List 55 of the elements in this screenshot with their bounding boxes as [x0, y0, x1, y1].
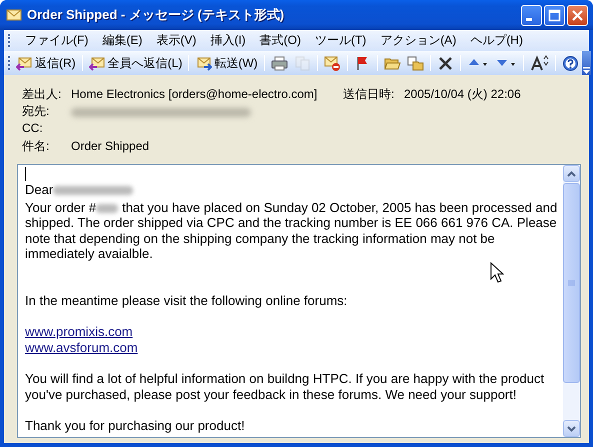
redacted-text — [96, 204, 118, 213]
envelope-icon — [6, 7, 22, 23]
link[interactable]: www.avsforum.com — [25, 340, 138, 355]
envelope-arrow-icon — [16, 54, 33, 72]
close-button[interactable] — [567, 4, 588, 26]
chevron-down-icon — [567, 426, 576, 432]
toolbar-options-button[interactable] — [582, 51, 591, 75]
pages-icon — [294, 54, 311, 72]
help-icon — [562, 54, 579, 72]
maximize-icon — [548, 8, 561, 22]
move-to-folder-icon — [406, 54, 424, 72]
grip-icon — [568, 280, 575, 286]
body-text: Thank you for purchasing our product! — [25, 418, 245, 433]
menu-item[interactable]: 挿入(I) — [203, 30, 253, 51]
maximize-button[interactable] — [544, 4, 565, 26]
field-value: Home Electronics [orders@home-electro.com] — [71, 86, 318, 103]
scrollbar[interactable] — [563, 165, 580, 437]
menu-item[interactable]: 表示(V) — [149, 30, 204, 51]
menu-item[interactable]: ヘルプ(H) — [463, 30, 530, 51]
menu-item[interactable]: 編集(E) — [95, 30, 150, 51]
field-label: 差出人: — [22, 86, 62, 103]
window-title: Order Shipped - メッセージ (テキスト形式) — [27, 6, 286, 24]
font-size-icon — [530, 54, 549, 72]
body-text: Dear — [25, 182, 54, 197]
dropdown-arrow-icon — [582, 66, 591, 75]
minimize-button[interactable] — [521, 4, 542, 26]
delete-icon — [436, 54, 454, 72]
body-text: You will find a lot of helpful information on buildng HTPC. If you are happy with the product you've purchased, please post your feedback in these forums. We need your support! — [25, 370, 544, 402]
mouse-pointer-icon — [490, 262, 504, 283]
body-text: that you have placed on Sunday 02 October, 2005 has been processed and — [122, 200, 558, 215]
envelope-arrow-icon — [88, 54, 106, 72]
close-icon — [571, 8, 584, 22]
body-text: Your order # — [25, 200, 96, 215]
field-label: CC: — [22, 120, 44, 137]
minimize-icon — [526, 18, 532, 21]
toolbar-button[interactable]: 返信(R) — [13, 54, 79, 72]
envelope-arrow-icon — [195, 54, 212, 72]
field-label: 送信日時: — [343, 86, 396, 103]
field-value: 2005/10/04 (火) 22:06 — [404, 86, 522, 103]
toolbar-button[interactable]: 全員へ返信(L) — [86, 54, 186, 72]
field-value: Order Shipped — [71, 138, 150, 155]
body-text: In the meantime please visit the following online forums: — [25, 292, 348, 308]
link[interactable]: www.promixis.com — [25, 324, 133, 340]
menu-item[interactable]: アクション(A) — [373, 30, 464, 51]
envelope-block-icon — [324, 54, 341, 72]
toolbar-button[interactable]: 転送(W) — [192, 54, 261, 72]
field-label: 宛先: — [22, 103, 50, 119]
printer-icon — [270, 54, 288, 72]
field-label: 件名: — [22, 138, 50, 155]
menu-item[interactable]: 書式(O) — [252, 30, 308, 51]
menu-item[interactable]: ファイル(F) — [18, 30, 96, 51]
menu-item[interactable]: ツール(T) — [308, 30, 374, 51]
body-text: shipped. The order shipped via CPC and the tracking number is EE 066 661 976 CA. Please note that depending on the shipping company the tracking information may not be immediately avaialble. — [25, 215, 558, 262]
text-cursor — [25, 167, 26, 181]
chevron-up-icon — [567, 170, 576, 176]
